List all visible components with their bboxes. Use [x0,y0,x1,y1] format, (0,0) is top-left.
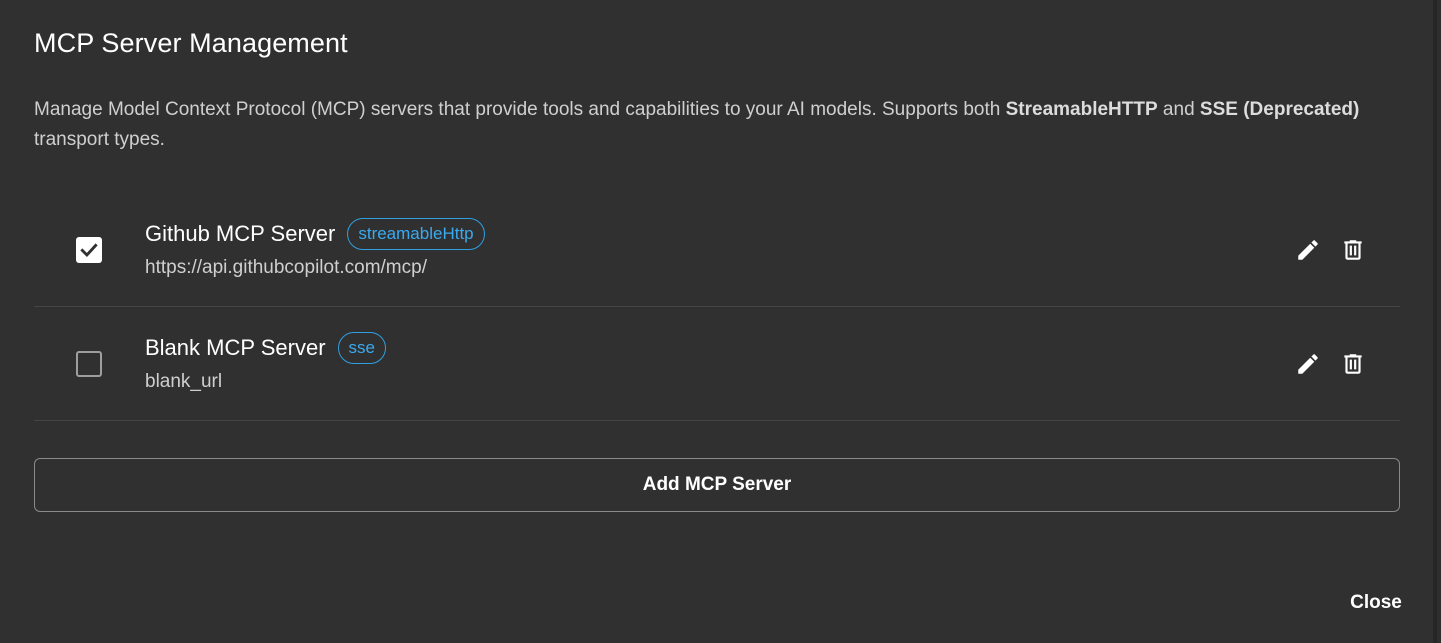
transport-badge: streamableHttp [347,218,485,250]
trash-icon [1344,354,1362,374]
server-name-line: Blank MCP Server sse [145,331,387,365]
dialog-description: Manage Model Context Protocol (MCP) serv… [34,95,1374,155]
server-url: blank_url [145,371,223,392]
delete-server-button[interactable] [1338,349,1368,379]
pencil-icon [1298,240,1318,260]
check-icon [80,243,98,258]
server-row-github: Github MCP Server streamableHttp https:/… [34,193,1400,307]
server-name-line: Github MCP Server streamableHttp [145,217,485,251]
server-enabled-checkbox[interactable] [76,237,102,263]
transport-badge: sse [337,332,387,364]
delete-server-button[interactable] [1338,235,1368,265]
server-url: https://api.githubcopilot.com/mcp/ [145,257,427,278]
description-text-middle: and [1157,99,1200,120]
server-list: Github MCP Server streamableHttp https:/… [34,193,1400,421]
description-text: Manage Model Context Protocol (MCP) serv… [34,99,1006,120]
mcp-server-management-dialog: MCP Server Management Manage Model Conte… [0,0,1437,643]
close-button[interactable]: Close [1334,585,1418,621]
description-streamablehttp: StreamableHTTP [1005,99,1158,120]
pencil-icon [1298,354,1318,374]
add-mcp-server-button[interactable]: Add MCP Server [34,458,1400,512]
edit-server-button[interactable] [1293,349,1323,379]
server-name: Github MCP Server [145,221,336,246]
server-row-blank: Blank MCP Server sse blank_url [34,307,1400,421]
description-sse: SSE (Deprecated) [1199,99,1360,120]
trash-icon [1344,240,1362,260]
server-name: Blank MCP Server [145,335,326,360]
description-text-end: transport types. [34,129,165,150]
server-enabled-checkbox[interactable] [76,351,102,377]
edit-server-button[interactable] [1293,235,1323,265]
dialog-title: MCP Server Management [34,28,348,58]
dialog-edge [1433,0,1437,643]
